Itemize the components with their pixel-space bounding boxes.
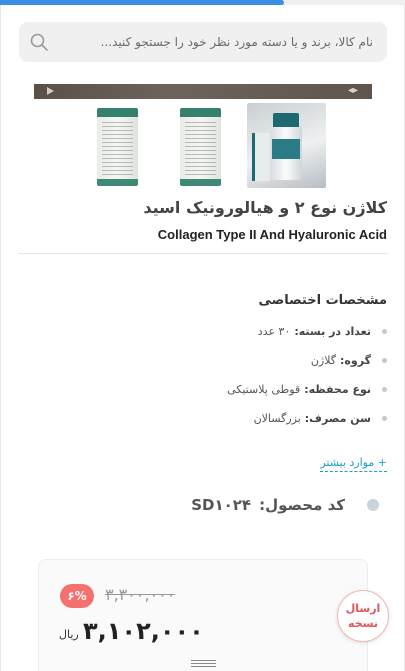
product-code-row: کد محصول: SD۱۰۲۴ xyxy=(191,496,379,514)
fab-label-line1: ارسال xyxy=(345,602,381,615)
bullet-icon xyxy=(382,415,387,421)
thumbnail-product-box-back[interactable] xyxy=(86,103,165,188)
more-specs-link[interactable]: + موارد بیشتر xyxy=(320,456,387,472)
loading-progress-fill xyxy=(0,0,284,5)
thumbnail-product-box-side[interactable] xyxy=(169,103,248,188)
product-title-fa: کلاژن نوع ۲ و هیالورونیک اسید xyxy=(143,198,387,217)
product-title-en: Collagen Type II And Hyaluronic Acid xyxy=(157,227,387,242)
gallery-thumbnails xyxy=(86,103,330,188)
search-bar[interactable] xyxy=(19,22,387,62)
spec-key: نوع محفظه: xyxy=(304,382,371,396)
loading-progress-track xyxy=(0,0,405,5)
old-price: ۳,۳۰۰,۰۰۰ xyxy=(105,585,176,604)
spec-key: تعداد در بسته: xyxy=(294,324,371,338)
spec-item: تعداد در بسته: ۳۰ عدد xyxy=(258,321,387,341)
spec-item: گروه: گلاژن xyxy=(311,350,387,370)
product-video-preview[interactable]: ◂▸ xyxy=(34,84,372,99)
search-icon[interactable] xyxy=(29,32,49,52)
spec-value: قوطی پلاستیکی xyxy=(227,382,301,396)
bullet-icon xyxy=(382,357,387,363)
product-code-value: SD۱۰۲۴ xyxy=(191,496,252,514)
search-input[interactable] xyxy=(63,35,373,49)
product-box-image xyxy=(180,108,221,186)
fab-label-line2: نسخه xyxy=(348,617,378,630)
divider xyxy=(18,253,388,254)
spec-value: ۳۰ عدد xyxy=(257,324,291,338)
price-card: ۶% ۳,۳۰۰,۰۰۰ ریال ۳,۱۰۲,۰۰۰ xyxy=(38,559,368,671)
product-bottle-image xyxy=(270,113,302,180)
product-pack-image xyxy=(252,133,270,181)
spec-item: سن مصرف: بزرگسالان xyxy=(254,408,387,428)
spec-key: سن مصرف: xyxy=(304,411,371,425)
product-code-label: کد محصول: xyxy=(259,496,345,514)
bullet-icon xyxy=(382,386,387,392)
menu-handle-icon[interactable] xyxy=(191,660,216,668)
video-icon: ◂▸ xyxy=(347,85,358,96)
currency-label: ریال xyxy=(59,628,79,641)
bullet-icon xyxy=(382,328,387,334)
dot-icon xyxy=(367,499,379,511)
spec-value: گلاژن xyxy=(310,353,337,367)
specs-heading: مشخصات اختصاصی xyxy=(258,293,387,308)
thumbnail-product-bottle-and-box[interactable] xyxy=(247,103,326,188)
current-price: ۳,۱۰۲,۰۰۰ xyxy=(83,617,204,645)
product-box-image xyxy=(97,108,138,186)
play-icon[interactable] xyxy=(47,87,54,95)
spec-item: نوع محفظه: قوطی پلاستیکی xyxy=(227,379,387,399)
send-prescription-button[interactable]: ارسال نسخه xyxy=(337,590,389,642)
spec-key: گروه: xyxy=(340,353,371,367)
discount-badge: ۶% xyxy=(60,584,94,608)
spec-value: بزرگسالان xyxy=(253,411,301,425)
